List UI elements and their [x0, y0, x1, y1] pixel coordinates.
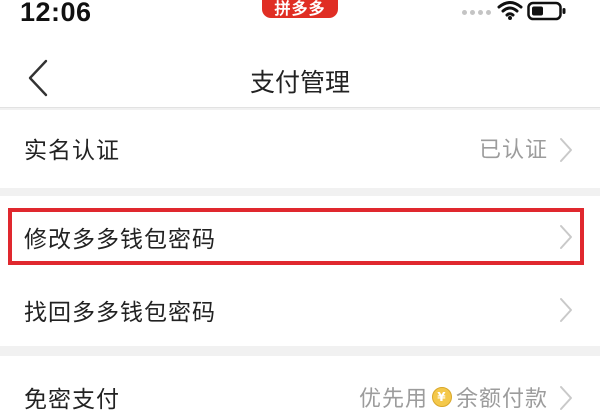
battery-icon [527, 1, 566, 21]
coin-icon: ¥ [431, 387, 452, 407]
chevron-right-icon [560, 298, 572, 322]
highlight-annotation-box [8, 208, 584, 265]
row-label: 找回多多钱包密码 [24, 300, 216, 326]
signal-icon [462, 10, 491, 15]
payment-method-label: 余额付款 [455, 387, 548, 412]
app-badge: 拼多多 [262, 0, 338, 18]
row-label: 实名认证 [24, 138, 120, 164]
wifi-icon [497, 1, 523, 20]
chevron-right-icon [560, 386, 572, 410]
app-badge-label: 拼多多 [274, 0, 326, 18]
nav-divider [0, 107, 600, 108]
row-label: 免密支付 [24, 387, 120, 413]
row-password-free-payment[interactable]: 免密支付 优先用 ¥ 余额付款 [0, 356, 600, 420]
chevron-right-icon [560, 138, 572, 162]
row-value: 已认证 [478, 138, 548, 163]
status-bar: 12:06 拼多多 [0, 0, 600, 28]
row-value: 优先用 ¥ 余额付款 [359, 381, 548, 413]
row-recover-wallet-password[interactable]: 找回多多钱包密码 [0, 276, 600, 346]
nav-bar: 支付管理 [0, 28, 600, 108]
page-title: 支付管理 [249, 68, 350, 97]
status-time: 12:06 [20, 0, 92, 27]
payment-priority-prefix: 优先用 [358, 387, 428, 412]
row-real-name-verification[interactable]: 实名认证 已认证 [0, 110, 600, 188]
